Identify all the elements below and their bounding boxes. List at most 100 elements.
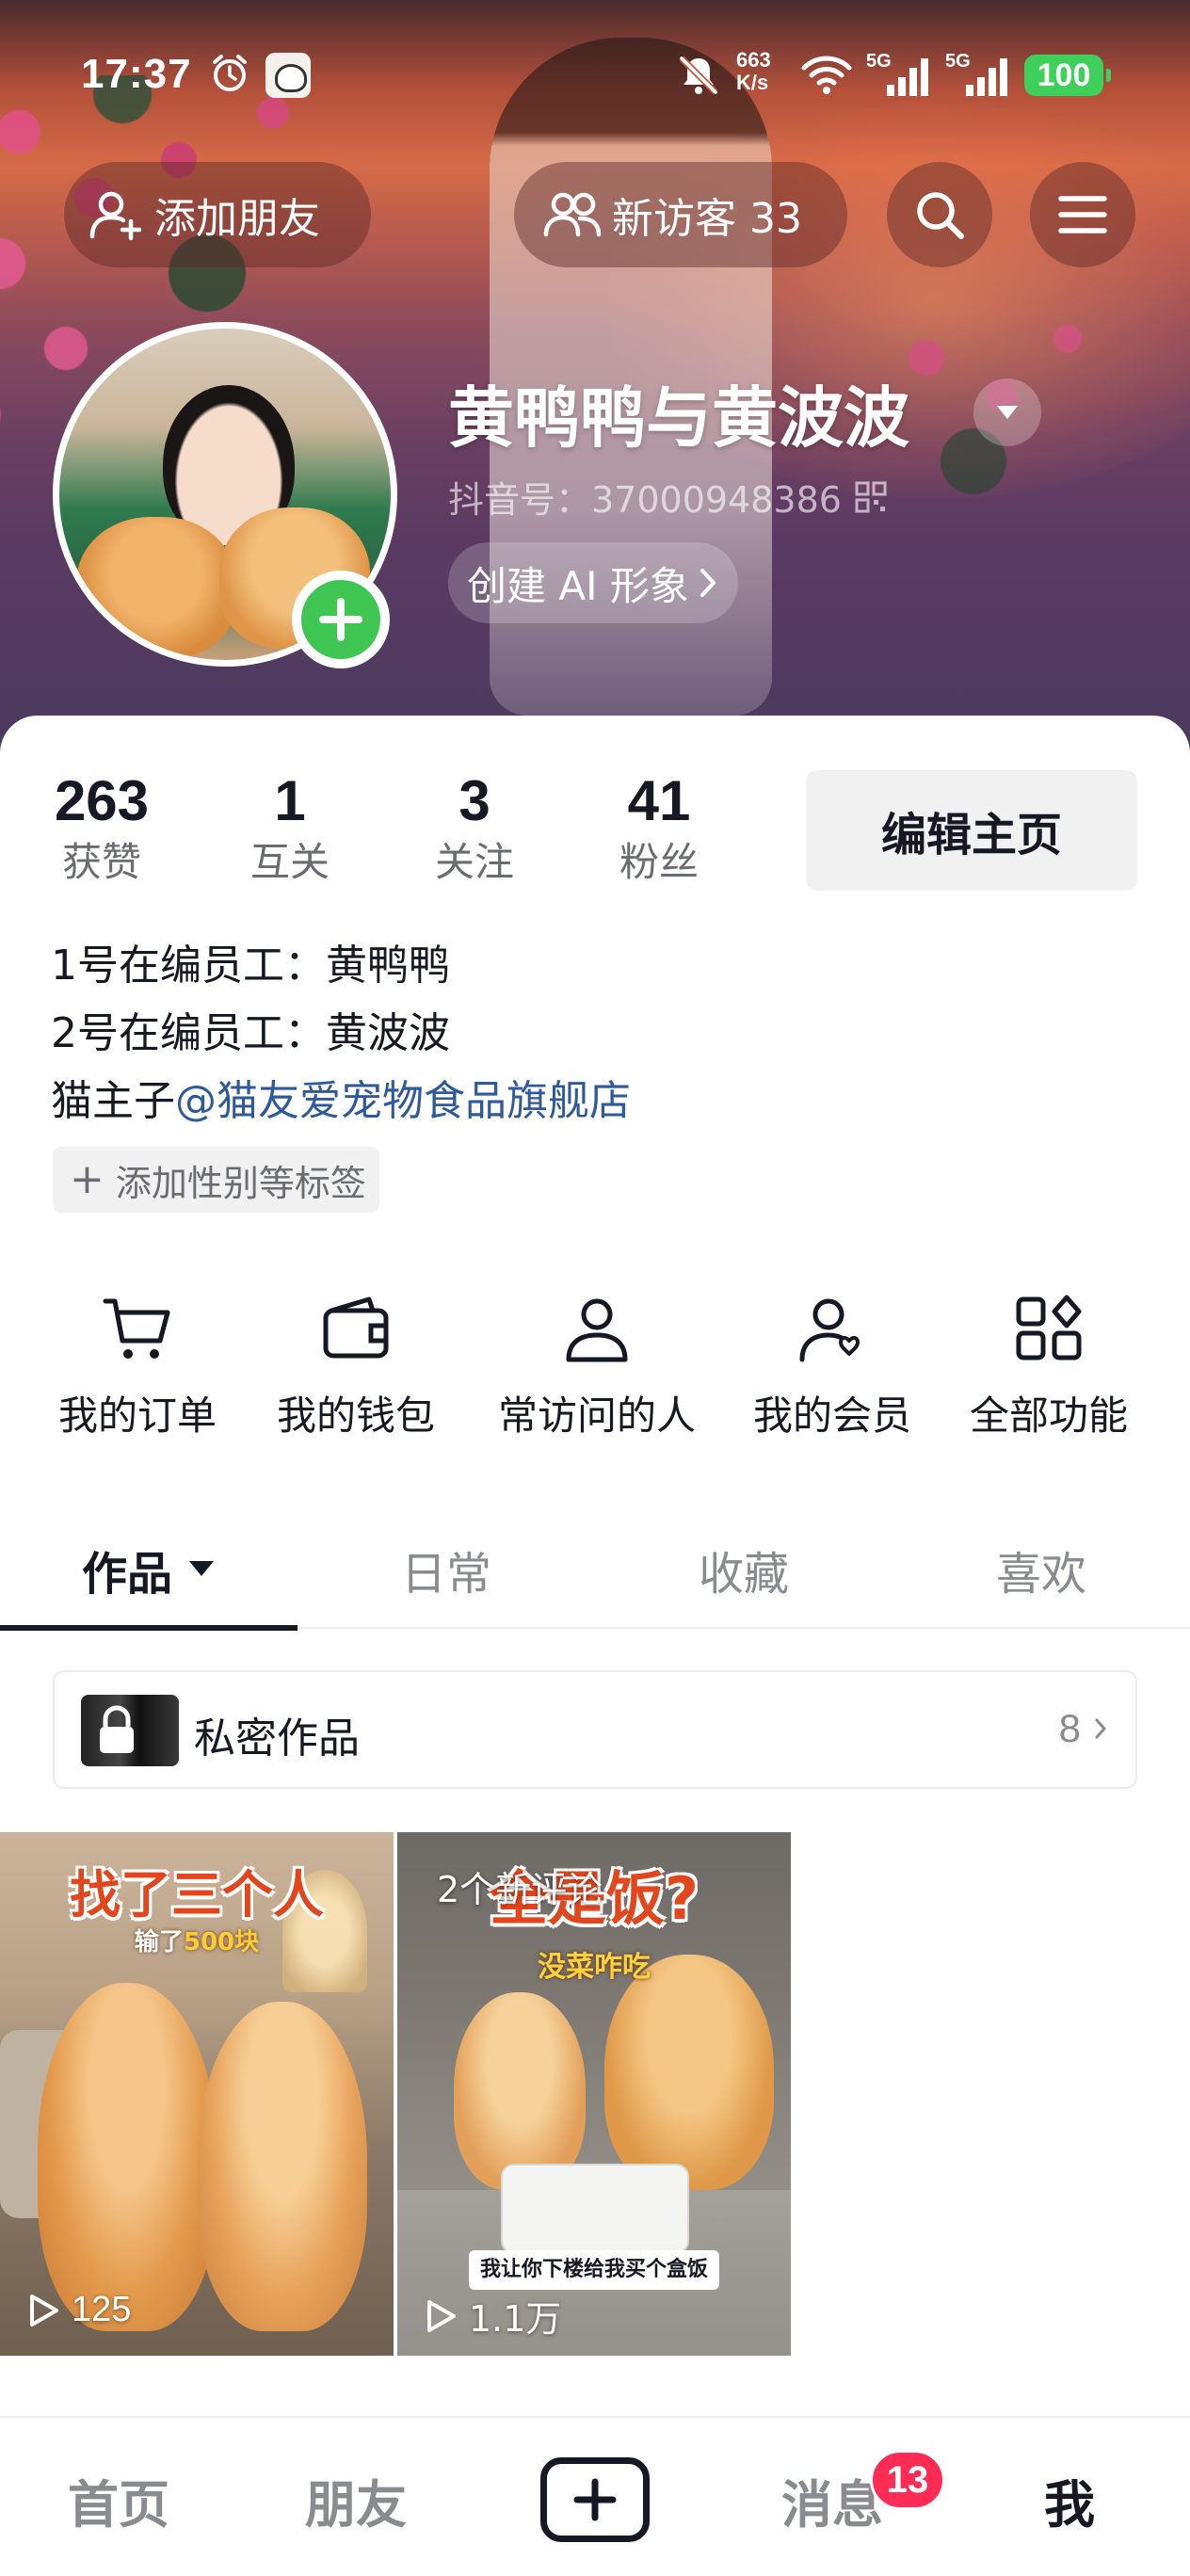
private-works-thumbnail: [81, 1695, 179, 1766]
add-tags-button[interactable]: + 添加性别等标签: [53, 1147, 379, 1213]
douyin-id[interactable]: 抖音号：37000948386: [448, 471, 887, 523]
feature-label: 常访问的人: [497, 1393, 696, 1439]
network-speed: 663 K/s: [736, 48, 771, 94]
battery-indicator: 100: [1024, 55, 1111, 96]
content-tabs: 作品 日常 收藏 喜欢: [0, 1523, 1190, 1629]
my-membership-button[interactable]: 我的会员: [719, 1292, 945, 1441]
signal-bars-icon: [966, 58, 1007, 96]
bio-mention-link[interactable]: @猫友爱宠物食品旗舰店: [175, 1077, 631, 1125]
stat-label: 粉丝: [619, 839, 699, 885]
person-icon: [566, 1298, 628, 1362]
bio-line: 猫主子@猫友爱宠物食品旗舰店: [51, 1068, 1143, 1135]
member-icon: [799, 1298, 860, 1362]
stat-following[interactable]: 3 关注: [390, 768, 559, 887]
play-icon: [30, 2294, 58, 2326]
signal-5g-1: 5G: [866, 51, 936, 98]
my-wallet-button[interactable]: 我的钱包: [243, 1292, 469, 1441]
chevron-right-icon: [1095, 1718, 1106, 1739]
menu-button[interactable]: [1030, 162, 1135, 267]
lock-icon: [100, 1705, 134, 1753]
stat-label: 获赞: [61, 839, 141, 885]
stat-followers[interactable]: 41 粉丝: [574, 768, 744, 887]
stat-value: 41: [627, 769, 691, 832]
add-friend-icon: [89, 191, 142, 241]
add-tags-label: 添加性别等标签: [115, 1162, 366, 1204]
douyin-id-text: 抖音号：37000948386: [448, 479, 842, 521]
feature-label: 我的钱包: [276, 1393, 435, 1439]
bottom-navigation: 首页 朋友 消息 13 我: [0, 2416, 1190, 2576]
video-play-count: 1.1万: [422, 2290, 561, 2342]
add-friend-button[interactable]: 添加朋友: [64, 162, 371, 267]
triangle-down-icon: [189, 1561, 214, 1576]
add-story-button[interactable]: [292, 571, 390, 668]
profile-name: 黄鸭鸭与黄波波: [448, 379, 909, 457]
my-orders-button[interactable]: 我的订单: [24, 1292, 250, 1441]
video-cat-right: [604, 1955, 774, 2190]
new-visitors-button[interactable]: 新访客 33: [514, 162, 847, 267]
tab-likes[interactable]: 喜欢: [892, 1523, 1190, 1629]
frequent-visitors-button[interactable]: 常访问的人: [484, 1292, 710, 1441]
private-works-entry[interactable]: 私密作品 8: [53, 1670, 1137, 1789]
search-button[interactable]: [887, 162, 992, 267]
video-subtitle-text: 输了500块: [134, 1928, 260, 1956]
create-ai-avatar-button[interactable]: 创建 AI 形象: [448, 542, 738, 623]
notification-app-icon: [265, 53, 311, 98]
video-thumbnail[interactable]: 全是饭? 2个新评论 没菜咋吃 我让你下楼给我买个盒饭 1.1万: [397, 1832, 791, 2356]
private-works-count: 8: [1059, 1706, 1107, 1751]
tab-label: 日常: [400, 1548, 491, 1601]
hamburger-menu-icon: [1058, 196, 1107, 233]
tab-favorites[interactable]: 收藏: [595, 1523, 892, 1629]
triangle-down-icon: [997, 406, 1018, 419]
profile-bio: 1号在编员工：黄鸭鸭 2号在编员工：黄波波 猫主子@猫友爱宠物食品旗舰店: [51, 932, 1143, 1135]
new-visitors-label: 新访客 33: [612, 195, 802, 243]
signal-bars-icon: [887, 58, 928, 96]
bio-line: 2号在编员工：黄波波: [51, 1009, 450, 1057]
video-title-text: 找了三个人: [70, 1865, 324, 1924]
tab-daily[interactable]: 日常: [298, 1523, 595, 1629]
edit-profile-button[interactable]: 编辑主页: [806, 770, 1137, 891]
private-works-label: 私密作品: [194, 1715, 360, 1763]
nav-me[interactable]: 我: [975, 2463, 1164, 2537]
stat-value: 3: [458, 769, 490, 832]
bio-text: 猫主子: [51, 1077, 175, 1125]
avatar-cat-left: [76, 517, 236, 658]
feature-shortcuts: 我的订单 我的钱包 常访问的人 我的会员 全部功能: [0, 1292, 1190, 1442]
nav-friends[interactable]: 朋友: [262, 2463, 450, 2537]
wifi-icon: [801, 56, 852, 94]
stat-label: 互关: [249, 839, 330, 885]
chevron-right-icon: [700, 569, 716, 597]
video-cat-left: [454, 1992, 586, 2190]
video-play-count: 125: [24, 2290, 131, 2330]
nav-home[interactable]: 首页: [24, 2463, 213, 2537]
feature-label: 全部功能: [969, 1393, 1128, 1439]
create-ai-avatar-label: 创建 AI 形象: [467, 562, 689, 609]
active-tab-indicator: [0, 1625, 298, 1631]
tab-label: 作品: [81, 1548, 172, 1601]
plus-icon: [573, 2478, 617, 2521]
stat-likes[interactable]: 263 获赞: [17, 768, 186, 887]
profile-stats: 263 获赞 1 互关 3 关注 41 粉丝: [0, 768, 810, 891]
account-switch-button[interactable]: [973, 378, 1041, 446]
qr-code-icon: [855, 481, 887, 512]
all-features-button[interactable]: 全部功能: [936, 1292, 1162, 1441]
new-comments-badge: 2个新评论: [437, 1869, 603, 1910]
feature-label: 我的订单: [57, 1393, 217, 1439]
stat-value: 1: [274, 769, 306, 832]
status-bar: 17:37 663 K/s 5G 5G 100: [0, 49, 1190, 105]
cart-icon: [103, 1298, 170, 1359]
video-subtitle-text: 没菜咋吃: [538, 1951, 651, 1984]
tab-label: 收藏: [698, 1548, 789, 1601]
video-scene-lunchbox: [501, 2164, 689, 2254]
tab-works[interactable]: 作品: [0, 1523, 298, 1629]
tab-label: 喜欢: [995, 1548, 1086, 1601]
video-cat-right: [198, 2002, 367, 2331]
bio-line: 1号在编员工：黄鸭鸭: [51, 942, 450, 990]
signal-5g-2: 5G: [945, 51, 1015, 98]
video-thumbnail[interactable]: 找了三个人 输了500块 125: [0, 1832, 394, 2356]
create-post-button[interactable]: [540, 2457, 650, 2542]
plus-icon: +: [70, 1155, 105, 1203]
messages-unread-badge: 13: [870, 2450, 945, 2510]
profile-page: 17:37 663 K/s 5G 5G 100 添加朋友 新访客 33 黄鸭鸭与…: [0, 0, 1190, 2576]
stat-mutual[interactable]: 1 互关: [205, 768, 375, 887]
wallet-icon: [323, 1296, 389, 1359]
